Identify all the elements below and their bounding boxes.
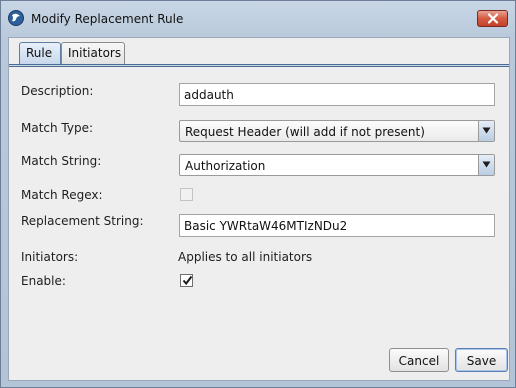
match-string-dropdown-button[interactable] (478, 155, 494, 175)
initiators-label: Initiators: (21, 250, 79, 264)
chevron-down-icon (482, 127, 491, 134)
tab-divider (9, 64, 509, 67)
chevron-down-icon (482, 161, 491, 168)
title-bar[interactable]: Modify Replacement Rule (1, 1, 515, 37)
enable-checkbox[interactable] (180, 274, 193, 287)
dialog-window: Modify Replacement Rule Rule Initiators … (0, 0, 516, 388)
tab-initiators[interactable]: Initiators (61, 42, 125, 64)
match-regex-label: Match Regex: (21, 188, 103, 202)
match-type-select[interactable]: Request Header (will add if not present) (179, 120, 495, 142)
match-string-value: Authorization (185, 159, 266, 173)
checkmark-icon (182, 275, 193, 286)
match-string-combo[interactable]: Authorization (179, 154, 495, 176)
close-icon (487, 13, 499, 24)
description-field[interactable]: addauth (179, 83, 495, 106)
match-type-label: Match Type: (21, 121, 94, 135)
app-logo-icon (8, 10, 24, 26)
save-button[interactable]: Save (455, 348, 508, 372)
window-title: Modify Replacement Rule (31, 12, 184, 26)
replacement-string-label: Replacement String: (21, 214, 144, 228)
close-button[interactable] (477, 10, 508, 27)
match-regex-checkbox[interactable] (180, 188, 193, 201)
replacement-string-field[interactable]: Basic YWRtaW46MTIzNDu2 (179, 214, 495, 237)
enable-label: Enable: (21, 274, 66, 288)
match-string-label: Match String: (21, 154, 102, 168)
cancel-button[interactable]: Cancel (389, 348, 449, 372)
tab-rule[interactable]: Rule (19, 42, 61, 64)
dialog-content: Rule Initiators Description: addauth Mat… (8, 37, 510, 381)
match-type-dropdown-button[interactable] (478, 121, 494, 141)
description-label: Description: (21, 84, 94, 98)
match-type-value: Request Header (will add if not present) (185, 125, 425, 139)
initiators-value: Applies to all initiators (178, 250, 313, 264)
